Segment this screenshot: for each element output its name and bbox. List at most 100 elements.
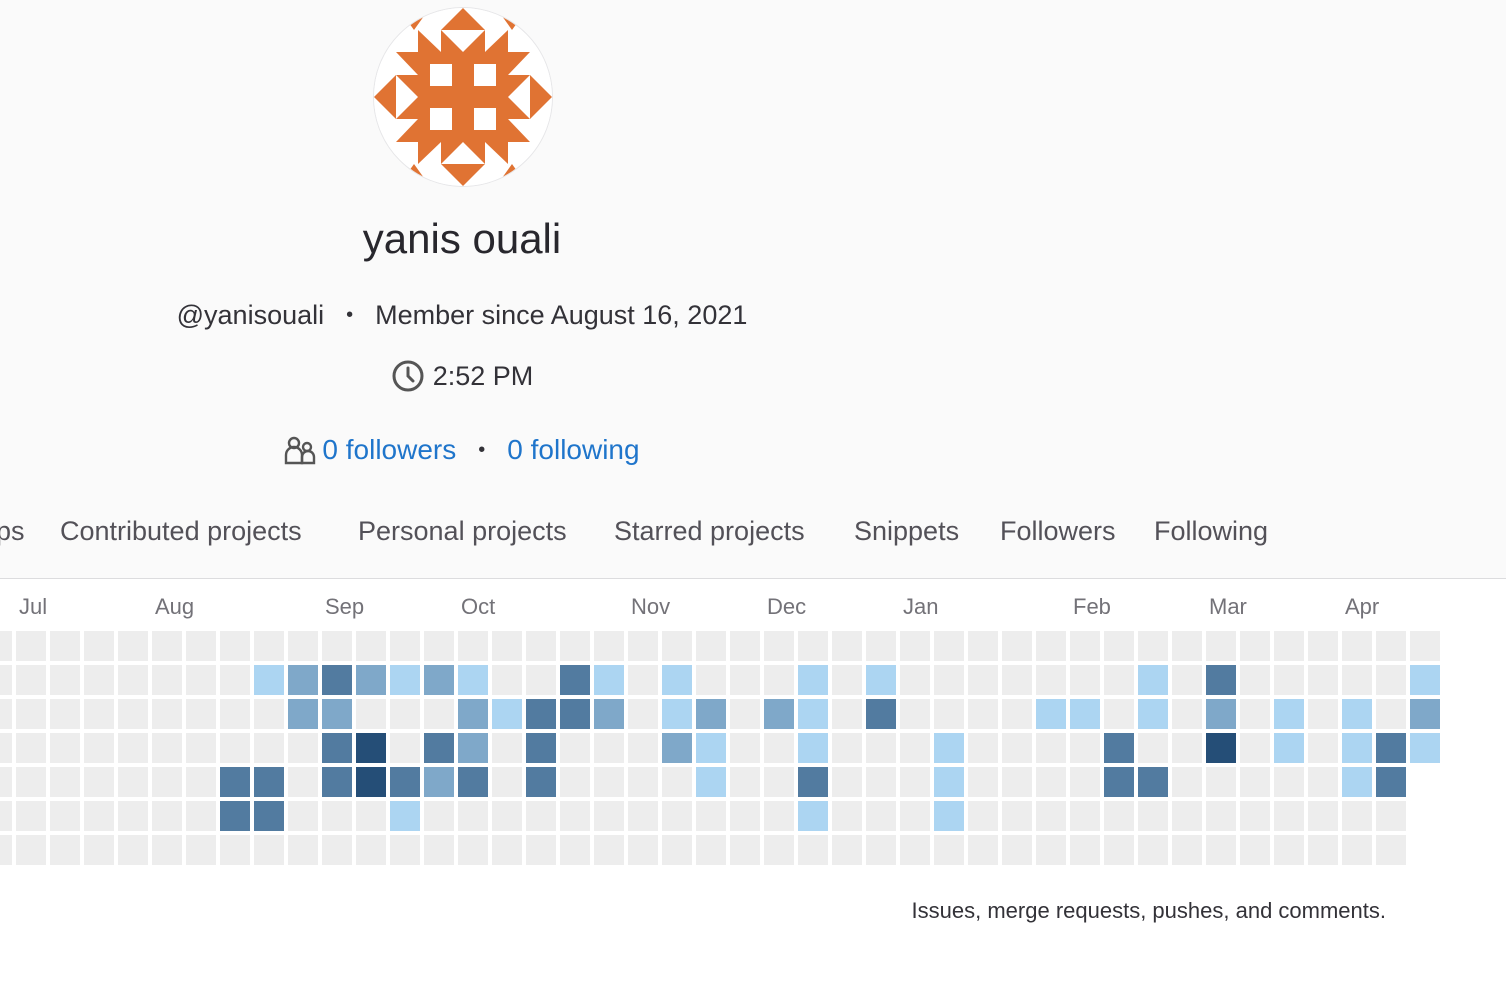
calendar-day-cell[interactable] [1002,835,1032,865]
calendar-day-cell[interactable] [288,665,318,695]
calendar-day-cell[interactable] [1342,767,1372,797]
calendar-day-cell[interactable] [254,631,284,661]
calendar-day-cell[interactable] [84,767,114,797]
calendar-day-cell[interactable] [900,835,930,865]
calendar-day-cell[interactable] [1138,767,1168,797]
calendar-day-cell[interactable] [560,801,590,831]
calendar-day-cell[interactable] [390,699,420,729]
calendar-day-cell[interactable] [1206,699,1236,729]
calendar-day-cell[interactable] [934,631,964,661]
calendar-day-cell[interactable] [254,665,284,695]
calendar-day-cell[interactable] [968,767,998,797]
calendar-day-cell[interactable] [254,699,284,729]
calendar-day-cell[interactable] [1138,665,1168,695]
calendar-day-cell[interactable] [458,801,488,831]
calendar-day-cell[interactable] [186,699,216,729]
calendar-day-cell[interactable] [390,835,420,865]
calendar-day-cell[interactable] [152,699,182,729]
calendar-day-cell[interactable] [866,699,896,729]
calendar-day-cell[interactable] [16,733,46,763]
calendar-day-cell[interactable] [1172,801,1202,831]
calendar-day-cell[interactable] [526,767,556,797]
calendar-day-cell[interactable] [186,801,216,831]
calendar-day-cell[interactable] [1036,767,1066,797]
calendar-day-cell[interactable] [764,733,794,763]
calendar-day-cell[interactable] [1342,631,1372,661]
calendar-day-cell[interactable] [866,665,896,695]
calendar-day-cell[interactable] [764,835,794,865]
calendar-day-cell[interactable] [798,699,828,729]
calendar-day-cell[interactable] [424,631,454,661]
calendar-day-cell[interactable] [526,835,556,865]
calendar-day-cell[interactable] [662,801,692,831]
calendar-day-cell[interactable] [1308,733,1338,763]
calendar-day-cell[interactable] [118,801,148,831]
calendar-day-cell[interactable] [866,835,896,865]
calendar-day-cell[interactable] [1138,631,1168,661]
calendar-day-cell[interactable] [0,767,12,797]
calendar-day-cell[interactable] [1274,801,1304,831]
calendar-day-cell[interactable] [1240,801,1270,831]
calendar-day-cell[interactable] [866,801,896,831]
calendar-day-cell[interactable] [1036,801,1066,831]
calendar-day-cell[interactable] [1376,767,1406,797]
calendar-day-cell[interactable] [560,665,590,695]
calendar-day-cell[interactable] [1172,699,1202,729]
calendar-day-cell[interactable] [220,699,250,729]
calendar-day-cell[interactable] [288,835,318,865]
calendar-day-cell[interactable] [696,733,726,763]
calendar-day-cell[interactable] [628,767,658,797]
calendar-day-cell[interactable] [458,733,488,763]
calendar-day-cell[interactable] [186,631,216,661]
calendar-day-cell[interactable] [322,733,352,763]
calendar-day-cell[interactable] [356,733,386,763]
calendar-day-cell[interactable] [356,835,386,865]
calendar-day-cell[interactable] [662,767,692,797]
calendar-day-cell[interactable] [594,835,624,865]
calendar-day-cell[interactable] [390,631,420,661]
calendar-day-cell[interactable] [1240,699,1270,729]
calendar-day-cell[interactable] [84,631,114,661]
calendar-day-cell[interactable] [764,699,794,729]
calendar-day-cell[interactable] [492,631,522,661]
calendar-day-cell[interactable] [220,767,250,797]
calendar-day-cell[interactable] [152,665,182,695]
calendar-day-cell[interactable] [628,665,658,695]
calendar-day-cell[interactable] [356,699,386,729]
tab-following[interactable]: Following [1154,516,1268,547]
calendar-day-cell[interactable] [492,801,522,831]
calendar-day-cell[interactable] [1274,733,1304,763]
calendar-day-cell[interactable] [526,699,556,729]
calendar-day-cell[interactable] [1002,733,1032,763]
calendar-day-cell[interactable] [730,801,760,831]
calendar-day-cell[interactable] [1002,665,1032,695]
calendar-day-cell[interactable] [118,767,148,797]
calendar-day-cell[interactable] [322,665,352,695]
calendar-day-cell[interactable] [152,631,182,661]
calendar-day-cell[interactable] [1376,699,1406,729]
calendar-day-cell[interactable] [662,733,692,763]
calendar-day-cell[interactable] [1138,801,1168,831]
calendar-day-cell[interactable] [424,665,454,695]
calendar-day-cell[interactable] [492,767,522,797]
calendar-day-cell[interactable] [1002,699,1032,729]
calendar-day-cell[interactable] [50,699,80,729]
calendar-day-cell[interactable] [1410,665,1440,695]
tab-personal-projects[interactable]: Personal projects [358,516,567,547]
calendar-day-cell[interactable] [832,801,862,831]
calendar-day-cell[interactable] [390,767,420,797]
calendar-day-cell[interactable] [1308,631,1338,661]
calendar-day-cell[interactable] [50,801,80,831]
calendar-day-cell[interactable] [288,733,318,763]
calendar-day-cell[interactable] [254,801,284,831]
calendar-day-cell[interactable] [1206,835,1236,865]
calendar-day-cell[interactable] [798,767,828,797]
calendar-day-cell[interactable] [322,699,352,729]
calendar-day-cell[interactable] [594,767,624,797]
tab-followers[interactable]: Followers [1000,516,1116,547]
calendar-day-cell[interactable] [50,835,80,865]
calendar-day-cell[interactable] [186,835,216,865]
calendar-day-cell[interactable] [832,699,862,729]
calendar-day-cell[interactable] [1240,665,1270,695]
calendar-day-cell[interactable] [1002,631,1032,661]
